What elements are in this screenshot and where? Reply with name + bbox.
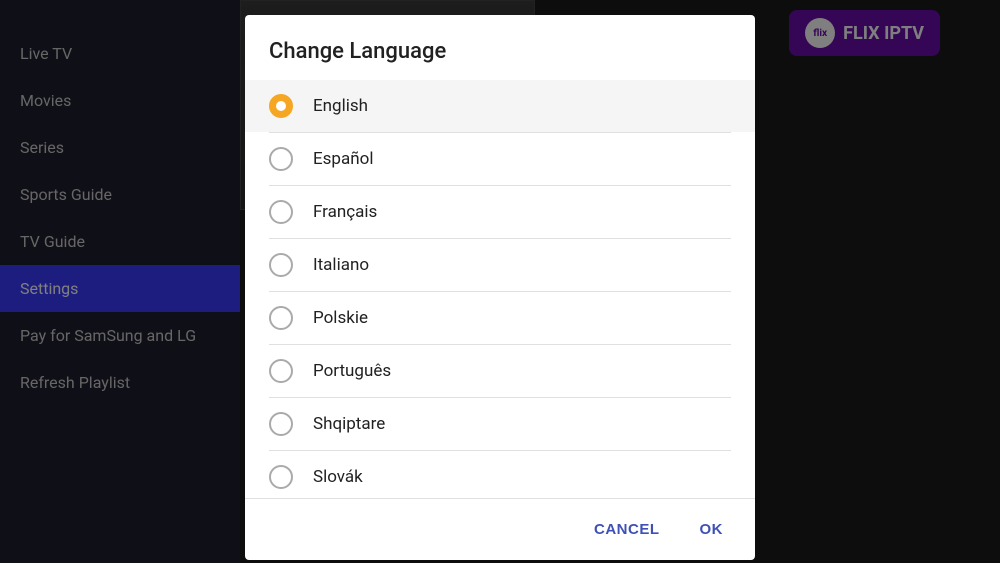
cancel-button[interactable]: CANCEL [578, 511, 676, 548]
language-label-francais: Français [313, 202, 377, 222]
language-option-portugues[interactable]: Português [245, 345, 755, 397]
language-label-italiano: Italiano [313, 255, 369, 275]
language-option-shqiptare[interactable]: Shqiptare [245, 398, 755, 450]
dialog-actions: CANCEL OK [245, 498, 755, 560]
radio-italiano[interactable] [269, 253, 293, 277]
change-language-dialog: Change Language English Español Français… [245, 15, 755, 560]
language-label-english: English [313, 96, 368, 116]
radio-espanol[interactable] [269, 147, 293, 171]
language-label-polskie: Polskie [313, 308, 368, 328]
language-option-polskie[interactable]: Polskie [245, 292, 755, 344]
language-option-italiano[interactable]: Italiano [245, 239, 755, 291]
radio-shqiptare[interactable] [269, 412, 293, 436]
language-option-espanol[interactable]: Español [245, 133, 755, 185]
language-list[interactable]: English Español Français Italiano Polski… [245, 80, 755, 498]
ok-button[interactable]: OK [684, 511, 740, 548]
radio-polskie[interactable] [269, 306, 293, 330]
language-label-slovak: Slovák [313, 467, 363, 487]
language-option-english[interactable]: English [245, 80, 755, 132]
language-label-espanol: Español [313, 149, 373, 169]
radio-portugues[interactable] [269, 359, 293, 383]
language-option-slovak[interactable]: Slovák [245, 451, 755, 498]
radio-francais[interactable] [269, 200, 293, 224]
language-label-shqiptare: Shqiptare [313, 414, 385, 434]
language-option-francais[interactable]: Français [245, 186, 755, 238]
language-label-portugues: Português [313, 361, 391, 381]
radio-slovak[interactable] [269, 465, 293, 489]
dialog-title: Change Language [245, 15, 755, 80]
radio-english[interactable] [269, 94, 293, 118]
